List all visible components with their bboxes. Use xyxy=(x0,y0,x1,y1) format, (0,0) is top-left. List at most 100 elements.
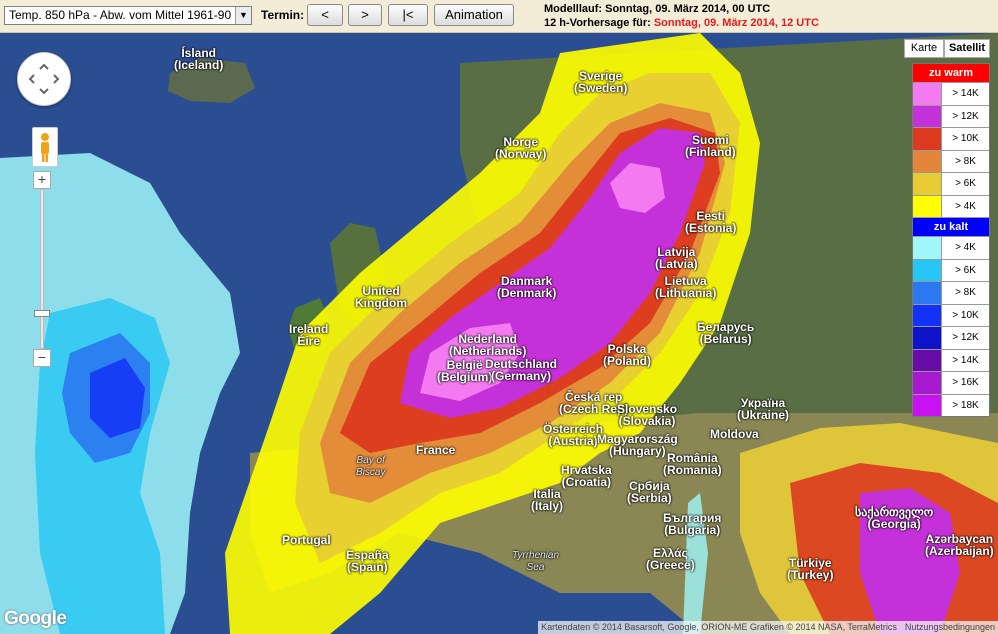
legend-cold-swatch xyxy=(913,349,942,371)
modelllauf-info: Modelllauf: Sonntag, 09. März 2014, 00 U… xyxy=(544,3,770,15)
terms-link[interactable]: Nutzungsbedingungen xyxy=(905,622,995,632)
label-portugal: Portugal xyxy=(282,533,331,547)
label-moldova: Moldova xyxy=(710,427,759,441)
legend-cold-label: > 10K xyxy=(952,309,979,321)
legend-cold-header: zu kalt xyxy=(913,217,989,236)
label-suomi: Suomi (Finland) xyxy=(685,133,736,159)
label-bay-of-biscay: Bay of Biscay xyxy=(356,455,386,478)
legend-cold-label: > 16K xyxy=(952,377,979,389)
legend-warm-swatch xyxy=(913,128,942,150)
label-latvija: Latvija (Latvia) xyxy=(655,245,698,271)
modelllauf-label: Modelllauf: xyxy=(544,3,603,15)
label-danmark: Danmark (Denmark) xyxy=(497,274,557,300)
label-deutschland: Deutschland (Germany) xyxy=(485,357,558,383)
label-island: Ísland (Iceland) xyxy=(174,46,224,72)
label-azerbaycan: Azərbaycan (Azerbaijan) xyxy=(925,532,994,558)
legend-warm-swatch xyxy=(913,83,942,105)
label-ellas: Ελλάς (Greece) xyxy=(646,546,695,572)
forecast-label: 12 h-Vorhersage für: xyxy=(544,17,651,29)
label-turkiye: Türkiye (Turkey) xyxy=(787,556,834,582)
legend-warm-swatch xyxy=(913,195,942,217)
legend-warm-row: > 12K xyxy=(913,104,989,127)
label-norge: Norge (Norway) xyxy=(495,135,547,161)
animation-button[interactable]: Animation xyxy=(434,4,514,26)
legend-warm-label: > 6K xyxy=(955,178,976,190)
termin-label: Termin: xyxy=(261,8,305,22)
legend-cold-label: > 14K xyxy=(952,354,979,366)
legend-warm-header: zu warm xyxy=(913,64,989,82)
legend-warm-swatch xyxy=(913,150,942,172)
label-france: France xyxy=(416,443,456,457)
pan-control[interactable] xyxy=(17,52,71,106)
legend-warm-label: > 10K xyxy=(952,133,979,145)
legend-cold-label: > 18K xyxy=(952,399,979,411)
legend-warm-row: > 6K xyxy=(913,172,989,195)
legend-warm-label: > 4K xyxy=(955,200,976,212)
legend-cold-swatch xyxy=(913,304,942,326)
zoom-track[interactable] xyxy=(40,189,44,349)
label-hrvatska: Hrvatska (Croatia) xyxy=(561,463,612,489)
pegman-icon[interactable] xyxy=(32,127,58,167)
chevron-down-icon[interactable]: ▼ xyxy=(235,7,251,24)
label-eesti: Eesti (Estonia) xyxy=(685,209,737,235)
legend-warm-row: > 14K xyxy=(913,82,989,105)
label-nederland: Nederland (Netherlands) xyxy=(449,332,527,358)
legend-warm-swatch xyxy=(913,173,942,195)
legend-warm-list: > 14K > 12K > 10K > 8K > 6K > 4K xyxy=(913,82,989,217)
label-bulgaria: България (Bulgaria) xyxy=(663,511,722,537)
legend-cold-swatch xyxy=(913,372,942,394)
zoom-control[interactable]: + − xyxy=(33,171,51,371)
legend-cold-list: > 4K > 6K > 8K > 10K > 12K > 14K > 16K > 18K xyxy=(913,236,989,416)
legend-cold-row: > 14K xyxy=(913,348,989,371)
next-button[interactable]: > xyxy=(348,4,382,26)
maptype-karte-button[interactable]: Karte xyxy=(904,39,944,58)
legend-warm-row: > 8K xyxy=(913,149,989,172)
legend-warm-swatch xyxy=(913,105,942,127)
legend-cold-swatch xyxy=(913,327,942,349)
legend-cold-row: > 18K xyxy=(913,393,989,416)
legend-warm-label: > 12K xyxy=(952,110,979,122)
legend-warm-label: > 14K xyxy=(952,88,979,100)
legend-cold-row: > 16K xyxy=(913,371,989,394)
legend-cold-swatch xyxy=(913,259,942,281)
first-button[interactable]: |< xyxy=(388,4,428,26)
modelllauf-value: Sonntag, 09. März 2014, 00 UTC xyxy=(605,3,771,15)
legend-cold-label: > 4K xyxy=(955,242,976,254)
label-italia: Italia (Italy) xyxy=(531,487,564,513)
toolbar: Temp. 850 hPa - Abw. vom Mittel 1961-90 … xyxy=(0,0,998,33)
label-belarus: Беларусь (Belarus) xyxy=(697,320,755,346)
legend-cold-label: > 8K xyxy=(955,287,976,299)
label-sverige: Sverige (Sweden) xyxy=(574,69,628,95)
legend-warm-row: > 4K xyxy=(913,194,989,217)
label-lietuva: Lietuva (Lithuania) xyxy=(655,274,717,300)
legend-cold-row: > 6K xyxy=(913,258,989,281)
label-espana: España (Spain) xyxy=(346,548,389,574)
label-romania: România (Romania) xyxy=(663,451,722,477)
label-georgia: საქართველო (Georgia) xyxy=(855,505,934,531)
attribution-text: Kartendaten © 2014 Basarsoft, Google, OR… xyxy=(541,622,897,632)
prev-button[interactable]: < xyxy=(307,4,343,26)
legend-cold-row: > 8K xyxy=(913,281,989,304)
zoom-in-button[interactable]: + xyxy=(33,171,51,189)
legend-cold-row: > 12K xyxy=(913,326,989,349)
label-srbija: Србија (Serbia) xyxy=(627,479,672,505)
label-ukraina: Україна (Ukraine) xyxy=(737,396,790,422)
label-uk: United Kingdom xyxy=(355,284,407,310)
legend-cold-row: > 4K xyxy=(913,236,989,259)
zoom-slider-thumb[interactable] xyxy=(34,310,50,317)
legend-cold-swatch xyxy=(913,237,942,259)
legend-cold-swatch xyxy=(913,282,942,304)
maptype-satellit-button[interactable]: Satellit xyxy=(944,39,990,58)
legend-cold-label: > 12K xyxy=(952,332,979,344)
legend-warm-label: > 8K xyxy=(955,155,976,167)
map-canvas[interactable]: Ísland (Iceland) Sverige (Sweden) Norge (No… xyxy=(0,33,998,634)
label-tyrrhenian: Tyrrhenian Sea xyxy=(512,550,560,573)
zoom-out-button[interactable]: − xyxy=(33,349,51,367)
attribution: Kartendaten © 2014 Basarsoft, Google, OR… xyxy=(538,621,998,634)
label-polska: Polska (Poland) xyxy=(603,342,651,368)
dataset-select[interactable]: Temp. 850 hPa - Abw. vom Mittel 1961-90 … xyxy=(4,6,252,25)
label-ireland: Ireland Éire xyxy=(289,322,329,348)
legend: zu warm > 14K > 12K > 10K > 8K > 6K > 4K zu k… xyxy=(912,63,990,417)
legend-cold-row: > 10K xyxy=(913,303,989,326)
label-slovensko: Slovensko (Slovakia) xyxy=(617,402,678,428)
